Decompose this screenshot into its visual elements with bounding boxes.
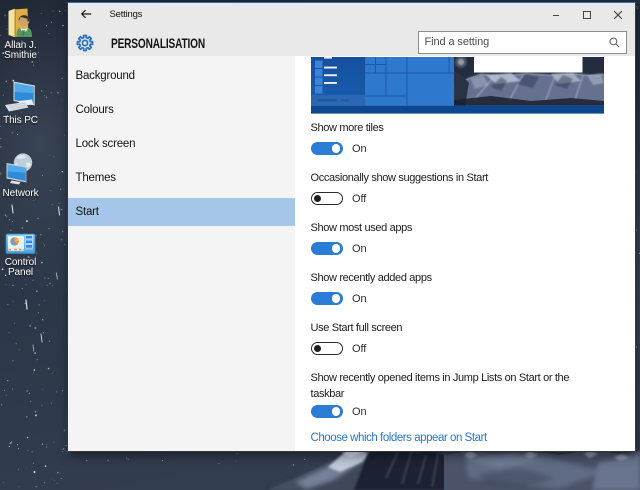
back-arrow-icon	[80, 9, 91, 19]
toggle-most-used[interactable]	[310, 242, 343, 255]
settings-window: Settings PERSONALISATION Find a setting …	[66, 2, 636, 452]
toggle-state: On	[352, 143, 367, 155]
toggle-recently-added[interactable]	[310, 292, 343, 305]
search-box[interactable]: Find a setting	[417, 31, 627, 54]
sidebar-item-start[interactable]: Start	[67, 198, 295, 226]
toggle-state: On	[352, 406, 367, 418]
choose-folders-link[interactable]: Choose which folders appear on Start	[311, 432, 488, 444]
desktop-icon-label: Network	[2, 187, 39, 199]
sidebar: Background Colours Lock screen Themes St…	[67, 56, 295, 451]
desktop-icon-label: This PC	[3, 114, 38, 126]
close-icon	[613, 10, 623, 20]
toggle-show-more-tiles[interactable]	[310, 142, 343, 155]
desktop-icon-user-folder[interactable]: Allan J. Smithie	[0, 8, 41, 62]
sidebar-item-lock-screen[interactable]: Lock screen	[68, 130, 295, 158]
desktop-icon-label: Control Panel	[4, 256, 37, 278]
titlebar[interactable]: Settings	[68, 3, 636, 27]
desktop-icon-this-pc[interactable]: This PC	[0, 80, 41, 126]
setting-label: Show recently opened items in Jump Lists…	[310, 372, 570, 400]
toggle-full-screen[interactable]	[310, 342, 343, 355]
caption-buttons	[539, 3, 635, 27]
setting-label: Use Start full screen	[310, 322, 403, 334]
minimize-icon	[552, 15, 559, 16]
back-button[interactable]	[78, 5, 96, 23]
search-placeholder: Find a setting	[424, 35, 490, 48]
close-button[interactable]	[601, 3, 635, 27]
window-title: Settings	[109, 9, 143, 20]
page-title: PERSONALISATION	[110, 34, 205, 51]
content-pane: Show more tiles On Occasionally show sug…	[294, 56, 635, 451]
toggle-suggestions[interactable]	[310, 192, 343, 205]
user-folder-icon	[8, 8, 32, 38]
toggle-state: Off	[352, 343, 367, 355]
network-icon	[6, 153, 33, 185]
maximize-button[interactable]	[572, 3, 601, 27]
toggle-state: On	[352, 243, 367, 255]
setting-label: Show recently added apps	[310, 272, 433, 284]
toggle-state: Off	[352, 193, 367, 205]
desktop-icon-label: Allan J. Smithie	[4, 39, 37, 61]
this-pc-icon	[5, 81, 35, 112]
gear-icon	[76, 34, 94, 57]
desktop-icon-control-panel[interactable]: Control Panel	[0, 232, 41, 279]
setting-label: Show more tiles	[310, 122, 384, 134]
maximize-icon	[582, 11, 591, 19]
sidebar-item-themes[interactable]: Themes	[68, 164, 295, 192]
setting-label: Occasionally show suggestions in Start	[310, 172, 489, 184]
control-panel-icon	[5, 233, 36, 254]
sidebar-item-colours[interactable]: Colours	[68, 96, 295, 124]
toggle-jump-lists[interactable]	[310, 405, 343, 418]
setting-label: Show most used apps	[310, 222, 413, 234]
start-preview-image	[311, 57, 604, 114]
minimize-button[interactable]	[539, 3, 572, 27]
toggle-state: On	[352, 293, 367, 305]
desktop-icon-network[interactable]: Network	[0, 150, 41, 199]
search-icon[interactable]	[604, 32, 626, 53]
sidebar-item-background[interactable]: Background	[68, 62, 295, 90]
